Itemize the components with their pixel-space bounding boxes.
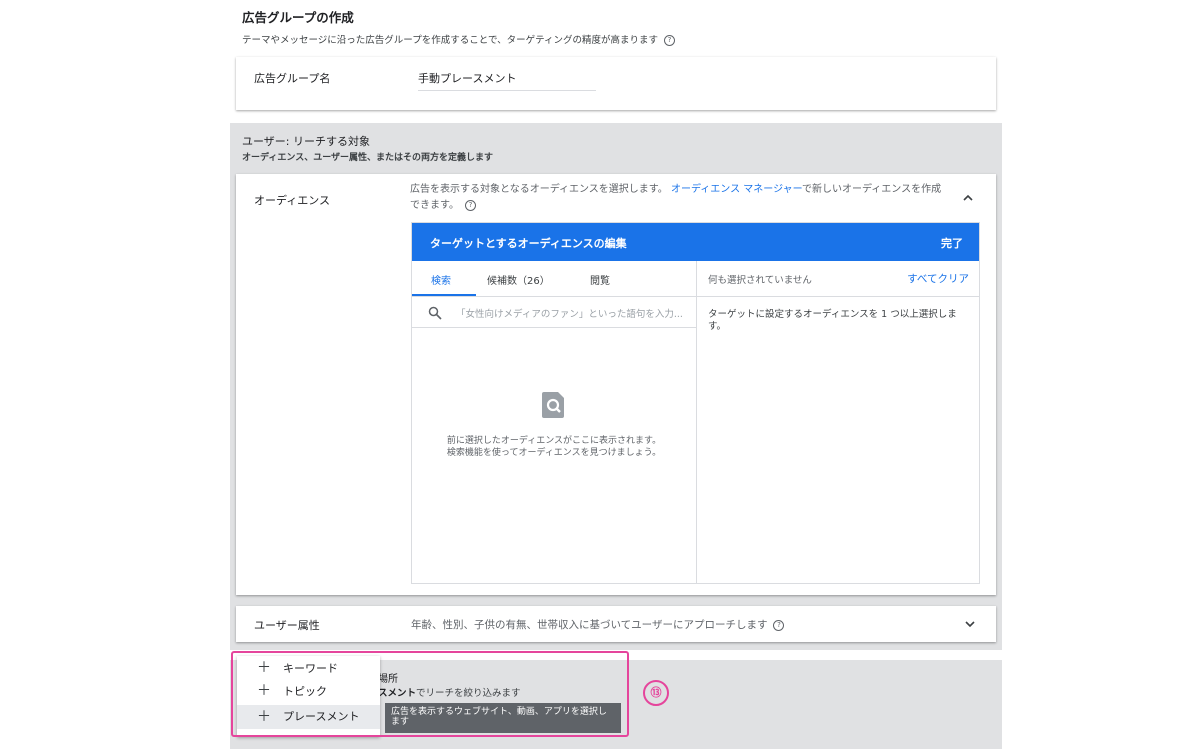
audience-desc-prefix: 広告を表示する対象となるオーディエンスを選択します。: [410, 184, 668, 195]
editor-left-pane: 検索 候補数（26） 閲覧 「女性向けメディアのファン」といった語句を入力...: [412, 261, 697, 583]
demographics-label: ユーザー属性: [254, 619, 320, 632]
empty-state-text: 前に選択したオーディエンスがここに表示されます。 検索機能を使ってオーディエンス…: [412, 435, 696, 459]
editor-right-pane: 何も選択されていません すべてクリア ターゲットに設定するオーディエンスを 1 …: [696, 261, 979, 583]
users-section-subtitle: オーディエンス、ユーザー属性、またはその両方を定義します: [242, 153, 494, 163]
selection-status: 何も選択されていません: [708, 275, 812, 286]
help-icon[interactable]: ?: [465, 199, 476, 211]
page-subtitle: テーマやメッセージに沿った広告グループを作成することで、ターゲティングの精度が高…: [242, 32, 676, 46]
step-number-badge: ⑬: [643, 680, 669, 706]
page-subtitle-text: テーマやメッセージに沿った広告グループを作成することで、ターゲティングの精度が高…: [242, 35, 659, 46]
help-icon[interactable]: ?: [664, 35, 676, 46]
audience-description: 広告を表示する対象となるオーディエンスを選択します。 オーディエンス マネージャ…: [410, 182, 950, 214]
users-section-title: ユーザー: リーチする対象: [242, 135, 370, 148]
audience-editor: ターゲットとするオーディエンスの編集 完了 検索 候補数（26） 閲覧 「女性向…: [411, 222, 980, 584]
empty-search-icon: [542, 392, 566, 418]
selection-hint: ターゲットに設定するオーディエンスを 1 つ以上選択します。: [708, 309, 957, 332]
editor-header: ターゲットとするオーディエンスの編集 完了: [412, 223, 979, 261]
adgroup-name-card: 広告グループ名 手動プレースメント: [236, 57, 996, 110]
tab-search[interactable]: 検索: [431, 272, 451, 287]
audience-search-row[interactable]: 「女性向けメディアのファン」といった語句を入力...: [412, 297, 696, 328]
audience-label: オーディエンス: [254, 194, 331, 207]
adgroup-name-input[interactable]: 手動プレースメント: [418, 68, 596, 91]
demographics-desc-text: 年齢、性別、子供の有無、世帯収入に基づいてユーザーにアプローチします: [411, 619, 768, 631]
empty-state-line-2: 検索機能を使ってオーディエンスを見つけましょう。: [446, 448, 662, 458]
tab-browse[interactable]: 閲覧: [590, 272, 610, 287]
search-icon: [428, 305, 442, 320]
adgroup-name-label: 広告グループ名: [254, 72, 331, 85]
audience-search-input[interactable]: 「女性向けメディアのファン」といった語句を入力...: [456, 306, 692, 320]
active-tab-indicator: [412, 294, 476, 296]
done-button[interactable]: 完了: [941, 235, 963, 251]
help-icon[interactable]: ?: [773, 619, 785, 631]
right-pane-divider: [696, 296, 979, 297]
audience-card: オーディエンス 広告を表示する対象となるオーディエンスを選択します。 オーディエ…: [236, 174, 996, 595]
chevron-up-icon[interactable]: [960, 190, 976, 206]
editor-title: ターゲットとするオーディエンスの編集: [430, 237, 627, 250]
chevron-down-icon[interactable]: [962, 616, 978, 632]
audience-manager-link[interactable]: オーディエンス マネージャー: [671, 184, 802, 195]
demographics-description: 年齢、性別、子供の有無、世帯収入に基づいてユーザーにアプローチします?: [411, 617, 785, 632]
users-section: ユーザー: リーチする対象 オーディエンス、ユーザー属性、またはその両方を定義し…: [230, 123, 1002, 650]
annotation-highlight-box: [231, 651, 629, 737]
empty-state-line-1: 前に選択したオーディエンスがここに表示されます。: [446, 436, 662, 446]
clear-all-button[interactable]: すべてクリア: [907, 271, 969, 286]
page-title: 広告グループの作成: [242, 10, 354, 25]
demographics-card[interactable]: ユーザー属性 年齢、性別、子供の有無、世帯収入に基づいてユーザーにアプローチしま…: [236, 606, 996, 642]
tab-suggestions[interactable]: 候補数（26）: [487, 272, 550, 287]
